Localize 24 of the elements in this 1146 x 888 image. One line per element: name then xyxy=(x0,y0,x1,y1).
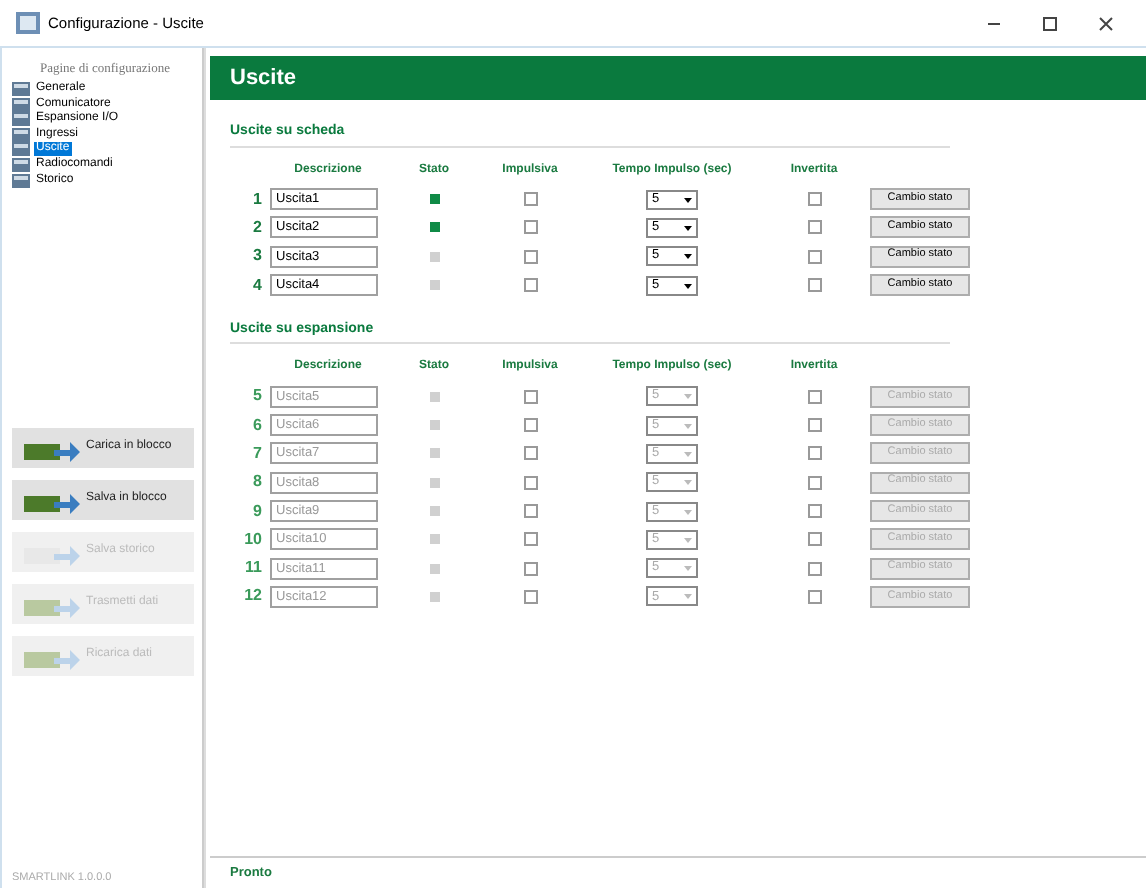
impulsive-checkbox[interactable] xyxy=(523,192,537,207)
row-number: 12 xyxy=(242,584,262,609)
impulsive-checkbox[interactable] xyxy=(523,220,537,235)
inverted-checkbox[interactable] xyxy=(807,249,821,264)
row-number: 4 xyxy=(251,273,262,298)
app-icon xyxy=(16,12,40,34)
inverted-checkbox[interactable] xyxy=(807,192,821,207)
inverted-checkbox[interactable] xyxy=(807,220,821,235)
row-number: 8 xyxy=(251,470,262,495)
row-number: 1 xyxy=(251,187,262,212)
row-number: 6 xyxy=(251,413,262,438)
row-number: 11 xyxy=(243,556,262,581)
row-number: 10 xyxy=(242,527,262,552)
row-number: 7 xyxy=(251,441,262,466)
page-header: Uscite xyxy=(210,56,1146,100)
row-number: 2 xyxy=(251,215,262,240)
row-number: 9 xyxy=(251,499,262,524)
close-icon[interactable] xyxy=(1098,15,1114,31)
impulsive-checkbox[interactable] xyxy=(523,249,537,264)
row-number: 3 xyxy=(251,244,262,269)
inverted-checkbox[interactable] xyxy=(807,278,821,293)
maximize-icon[interactable] xyxy=(1042,15,1058,31)
row-number: 5 xyxy=(251,384,262,409)
impulsive-checkbox[interactable] xyxy=(523,278,537,293)
